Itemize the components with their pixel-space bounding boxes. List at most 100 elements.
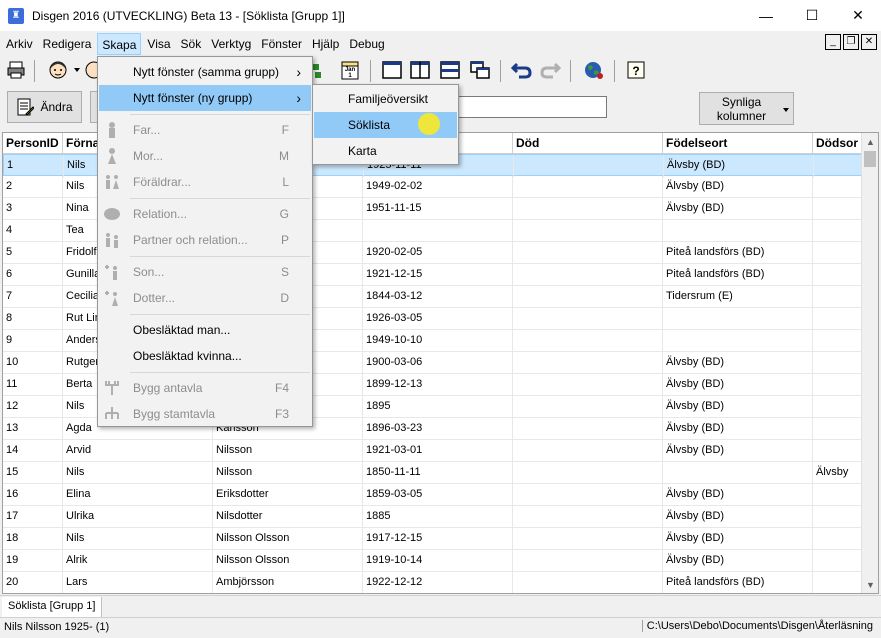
menu-skapa[interactable]: Skapa: [97, 32, 142, 55]
cell-dodsort: [813, 352, 863, 374]
table-row[interactable]: 18 Nils Nilsson Olsson 1917-12-15 Älvsby (BD…: [3, 528, 863, 550]
menu-debug[interactable]: Debug: [345, 33, 388, 55]
calendar-icon[interactable]: Jan 1: [338, 58, 362, 82]
print-icon[interactable]: [4, 58, 28, 82]
menu-item-label: Relation...: [133, 207, 188, 221]
menu-separator: [130, 314, 310, 315]
skapa-menu-item[interactable]: Obesläktad kvinna...: [99, 343, 311, 369]
search-input[interactable]: [457, 96, 607, 118]
table-row[interactable]: 14 Arvid Nilsson 1921-03-01 Älvsby (BD): [3, 440, 863, 462]
layout-cascade-icon[interactable]: [468, 58, 492, 82]
chevron-down-icon[interactable]: [72, 58, 82, 82]
cell-fodd: 1926-03-05: [363, 308, 513, 330]
mdi-restore-button[interactable]: ❐: [843, 34, 859, 50]
skapa-menu: Nytt fönster (samma grupp) › Nytt fönster …: [97, 56, 313, 427]
menu-arkiv[interactable]: Arkiv: [2, 33, 37, 55]
skapa-menu-item[interactable]: Dotter... D: [99, 285, 311, 311]
edit-document-icon: [17, 98, 35, 116]
column-header-dodsort[interactable]: Dödsor: [813, 133, 863, 154]
menu-verktyg[interactable]: Verktyg: [207, 33, 255, 55]
help-icon[interactable]: ?: [624, 58, 648, 82]
visible-columns-button[interactable]: Synliga kolumner: [699, 92, 794, 125]
skapa-menu-item[interactable]: Obesläktad man...: [99, 317, 311, 343]
table-row[interactable]: 16 Elina Eriksdotter 1859-03-05 Älvsby (BD): [3, 484, 863, 506]
redo-icon[interactable]: [538, 58, 562, 82]
skapa-menu-item[interactable]: Bygg stamtavla F3: [99, 401, 311, 427]
menu-visa[interactable]: Visa: [143, 33, 174, 55]
menu-fonster[interactable]: Fönster: [257, 33, 306, 55]
menu-item-shortcut: F4: [274, 381, 289, 395]
cell-personid: 12: [3, 396, 63, 418]
skapa-menu-item[interactable]: Far... F: [99, 117, 311, 143]
menu-item-label: Föräldrar...: [133, 175, 192, 189]
scroll-up-arrow-icon[interactable]: ▲: [862, 133, 878, 150]
submenu-item-label: Söklista: [348, 118, 391, 132]
cell-personid: 19: [3, 550, 63, 572]
cell-fodelseort: Älvsby (BD): [663, 374, 813, 396]
menu-hjalp[interactable]: Hjälp: [308, 33, 343, 55]
daughter-icon: [103, 289, 121, 307]
title-bar: ♜ Disgen 2016 (UTVECKLING) Beta 13 - [Sö…: [0, 0, 881, 31]
table-row[interactable]: 19 Alrik Nilsson Olsson 1919-10-14 Älvsby (B…: [3, 550, 863, 572]
skapa-menu-item[interactable]: Bygg antavla F4: [99, 375, 311, 401]
skapa-menu-item[interactable]: Relation... G: [99, 201, 311, 227]
mdi-minimize-button[interactable]: _: [825, 34, 841, 50]
menu-item-shortcut: M: [279, 149, 289, 163]
cell-fodelseort: [663, 330, 813, 352]
cell-fodelseort: Piteå landsförs (BD): [663, 242, 813, 264]
app-icon[interactable]: ♜: [8, 7, 24, 24]
cell-personid: 4: [3, 220, 63, 242]
skapa-menu-item[interactable]: Partner och relation... P: [99, 227, 311, 253]
scroll-down-arrow-icon[interactable]: ▼: [862, 576, 878, 593]
table-row[interactable]: 17 Ulrika Nilsdotter 1885 Älvsby (BD): [3, 506, 863, 528]
menu-sok[interactable]: Sök: [177, 33, 206, 55]
window-tab-strip: Söklista [Grupp 1]: [0, 595, 881, 617]
layout-horizontal-split-icon[interactable]: [438, 58, 462, 82]
submenu-item[interactable]: Familjeöversikt: [314, 86, 457, 112]
menu-redigera[interactable]: Redigera: [39, 33, 96, 55]
maximize-button[interactable]: ☐: [789, 0, 835, 31]
column-header-fodelseort[interactable]: Födelseort: [663, 133, 813, 154]
close-button[interactable]: ✕: [835, 0, 881, 31]
cell-fornamn: Nils: [63, 462, 213, 484]
menu-item-shortcut: S: [280, 265, 289, 279]
table-row[interactable]: 20 Lars Ambjörsson 1922-12-12 Piteå landsför…: [3, 572, 863, 593]
column-header-dod[interactable]: Död: [513, 133, 663, 154]
menu-item-label: Bygg antavla: [133, 381, 203, 395]
submenu-item[interactable]: Karta: [314, 138, 457, 164]
menu-bar: Arkiv Redigera Skapa Visa Sök Verktyg Fö…: [0, 31, 881, 56]
person-female-icon[interactable]: [84, 58, 98, 82]
skapa-menu-item[interactable]: Son... S: [99, 259, 311, 285]
cell-personid: 1: [4, 155, 64, 177]
column-header-personid[interactable]: PersonID: [3, 133, 63, 154]
cell-fodd: [363, 220, 513, 242]
scroll-thumb[interactable]: [864, 151, 876, 167]
cell-personid: 13: [3, 418, 63, 440]
cell-fodd: 1859-03-05: [363, 484, 513, 506]
person-male-icon[interactable]: [46, 58, 70, 82]
descendant-tree-icon: [103, 405, 121, 423]
minimize-button[interactable]: —: [743, 0, 789, 31]
skapa-menu-item[interactable]: Mor... M: [99, 143, 311, 169]
mdi-close-button[interactable]: ✕: [861, 34, 877, 50]
cell-personid: 8: [3, 308, 63, 330]
cell-dodsort: [813, 176, 863, 198]
skapa-menu-item[interactable]: Nytt fönster (samma grupp) ›: [99, 59, 311, 85]
globe-icon[interactable]: [582, 58, 606, 82]
menu-item-label: Nytt fönster (ny grupp): [133, 91, 253, 105]
undo-icon[interactable]: [510, 58, 534, 82]
layout-single-icon[interactable]: [380, 58, 404, 82]
submenu-item-label: Karta: [348, 144, 377, 158]
tab-soklista[interactable]: Söklista [Grupp 1]: [2, 597, 103, 617]
cell-efternamn: Nilsson Olsson: [213, 528, 363, 550]
cell-dod: [513, 396, 663, 418]
cell-dodsort: [813, 506, 863, 528]
cell-efternamn: Nilsson Olsson: [213, 550, 363, 572]
skapa-menu-item[interactable]: Föräldrar... L: [99, 169, 311, 195]
edit-button[interactable]: Ändra: [7, 91, 82, 123]
skapa-menu-item[interactable]: Nytt fönster (ny grupp) ›: [99, 85, 311, 111]
layout-vertical-split-icon[interactable]: [408, 58, 432, 82]
table-row[interactable]: 15 Nils Nilsson 1850-11-11 Älvsby: [3, 462, 863, 484]
vertical-scrollbar[interactable]: ▲ ▼: [861, 133, 878, 593]
cell-personid: 14: [3, 440, 63, 462]
